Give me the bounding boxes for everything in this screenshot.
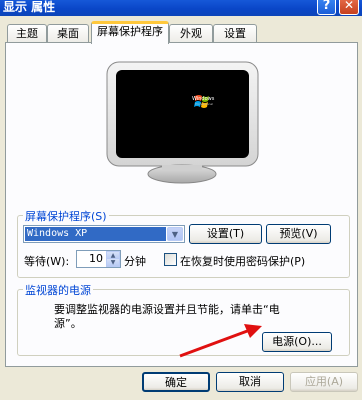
title-bar[interactable]: 显示 属性 ? ✕ xyxy=(0,0,362,16)
ok-button[interactable]: 确定 xyxy=(142,372,210,392)
password-checkbox[interactable] xyxy=(164,253,177,266)
tab-appearance[interactable]: 外观 xyxy=(169,24,213,43)
apply-button: 应用(A) xyxy=(290,372,358,392)
spin-down-icon[interactable]: ▼ xyxy=(106,258,120,267)
power-group-title: 监视器的电源 xyxy=(23,282,93,298)
wait-unit-label: 分钟 xyxy=(124,255,146,268)
monitor-preview xyxy=(106,61,259,184)
chevron-down-icon[interactable]: ▼ xyxy=(167,227,183,241)
password-label[interactable]: 在恢复时使用密码保护(P) xyxy=(180,253,305,269)
cancel-button[interactable]: 取消 xyxy=(216,372,284,392)
help-button[interactable]: ? xyxy=(317,0,336,15)
screensaver-select[interactable]: Windows XP ▼ xyxy=(23,225,185,243)
wait-label: 等待(W): xyxy=(24,255,70,268)
power-button[interactable]: 电源(O)... xyxy=(262,332,332,352)
settings-button[interactable]: 设置(T) xyxy=(189,224,262,244)
annotation-arrow-icon xyxy=(179,324,262,358)
screensaver-group-title: 屏幕保护程序(S) xyxy=(23,208,109,224)
tab-screensaver[interactable]: 屏幕保护程序 xyxy=(91,21,169,44)
tab-themes[interactable]: 主题 xyxy=(7,24,47,43)
tab-desktop[interactable]: 桌面 xyxy=(47,24,89,43)
wait-minutes-spinner[interactable]: 10 ▲ ▼ xyxy=(76,250,121,268)
wait-minutes-value[interactable]: 10 xyxy=(77,251,106,267)
window-title: 显示 属性 xyxy=(3,0,56,14)
preview-logo-subtext: Professional xyxy=(195,102,214,106)
screensaver-select-value: Windows XP xyxy=(25,227,166,241)
power-description-line1: 要调整监视器的电源设置并且节能，请单击“电 xyxy=(54,303,280,316)
power-description-line2: 源”。 xyxy=(54,317,82,330)
tab-settings[interactable]: 设置 xyxy=(213,24,257,43)
close-button[interactable]: ✕ xyxy=(339,0,359,15)
preview-button[interactable]: 预览(V) xyxy=(266,224,331,244)
